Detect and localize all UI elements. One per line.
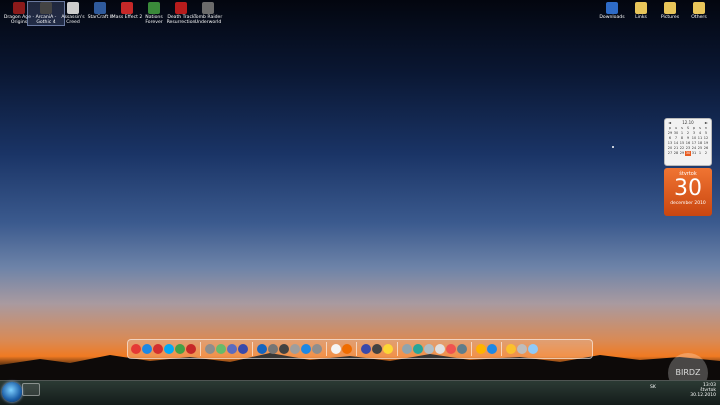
folder-icon — [693, 2, 705, 14]
desktop-icon-label: Tomb Raider Underworld — [193, 15, 223, 26]
dock-app-icon[interactable] — [517, 344, 527, 354]
taskbar-app-button[interactable] — [22, 383, 40, 396]
dock-separator — [397, 342, 398, 356]
dock-app-icon[interactable] — [372, 344, 382, 354]
dock-app-icon[interactable] — [131, 344, 141, 354]
next-month-arrow-icon[interactable]: ► — [705, 120, 708, 125]
dock-app-icon[interactable] — [342, 344, 352, 354]
dock-app-icon[interactable] — [457, 344, 467, 354]
language-indicator[interactable]: SK — [650, 385, 656, 390]
day-month: december 2010 — [670, 201, 706, 206]
app-icon — [121, 2, 133, 14]
dock-app-icon[interactable] — [227, 344, 237, 354]
clock-date: 30.12.2010 — [690, 393, 716, 398]
prev-month-arrow-icon[interactable]: ◄ — [668, 120, 671, 125]
dock-app-icon[interactable] — [290, 344, 300, 354]
taskbar: SK 13:03 štvrtok 30.12.2010 — [0, 380, 720, 405]
dock-app-icon[interactable] — [506, 344, 516, 354]
start-button-icon[interactable] — [2, 382, 22, 402]
dock-app-icon[interactable] — [268, 344, 278, 354]
dock-app-icon[interactable] — [153, 344, 163, 354]
app-icon — [175, 2, 187, 14]
app-icon — [94, 2, 106, 14]
dock-separator — [356, 342, 357, 356]
dock-app-icon[interactable] — [312, 344, 322, 354]
calendar-day[interactable]: 2 — [703, 151, 709, 156]
dock-app-icon[interactable] — [435, 344, 445, 354]
dock-bar — [127, 339, 593, 359]
dock-app-icon[interactable] — [424, 344, 434, 354]
dock-app-icon[interactable] — [331, 344, 341, 354]
desktop-icon[interactable]: Tomb Raider Underworld — [190, 2, 226, 25]
folder-icon — [635, 2, 647, 14]
day-number: 30 — [674, 176, 702, 201]
dock-separator — [252, 342, 253, 356]
app-icon — [67, 2, 79, 14]
dock-separator — [471, 342, 472, 356]
dock-app-icon[interactable] — [413, 344, 423, 354]
app-icon — [202, 2, 214, 14]
dock-app-icon[interactable] — [476, 344, 486, 354]
dock-app-icon[interactable] — [142, 344, 152, 354]
desktop-icon[interactable]: Others — [681, 2, 717, 20]
dock-app-icon[interactable] — [528, 344, 538, 354]
system-tray-clock[interactable]: 13:03 štvrtok 30.12.2010 — [690, 383, 716, 398]
dock-app-icon[interactable] — [487, 344, 497, 354]
dock-separator — [326, 342, 327, 356]
dock-app-icon[interactable] — [446, 344, 456, 354]
calendar-grid: p u s š p s n 29 30 1 2 3 4 5 6 7 8 9 10 11 12 13 14 15 16 17 18 19… — [665, 126, 711, 156]
calendar-gadget[interactable]: ◄ 12.10 ► p u s š p s n 29 30 1 2 3 4 5 6 7 8 9 10 11 12 13 14… — [664, 118, 712, 218]
calendar[interactable]: ◄ 12.10 ► p u s š p s n 29 30 1 2 3 4 5 6 7 8 9 10 11 12 13 14… — [664, 118, 712, 166]
day-card[interactable]: štvrtok 30 december 2010 — [664, 168, 712, 216]
dock-app-icon[interactable] — [301, 344, 311, 354]
dock-app-icon[interactable] — [383, 344, 393, 354]
dock-app-icon[interactable] — [279, 344, 289, 354]
dock-app-icon[interactable] — [402, 344, 412, 354]
dock-separator — [200, 342, 201, 356]
dock-app-icon[interactable] — [164, 344, 174, 354]
app-icon — [40, 2, 52, 14]
folder-icon — [664, 2, 676, 14]
star — [612, 146, 614, 148]
dock-app-icon[interactable] — [361, 344, 371, 354]
dock-app-icon[interactable] — [216, 344, 226, 354]
dock-app-icon[interactable] — [205, 344, 215, 354]
dock-app-icon[interactable] — [186, 344, 196, 354]
folder-icon — [606, 2, 618, 14]
dock-separator — [501, 342, 502, 356]
calendar-month: 12.10 — [682, 120, 694, 125]
dock-app-icon[interactable] — [175, 344, 185, 354]
desktop-icon-label: Others — [691, 15, 707, 20]
app-icon — [148, 2, 160, 14]
dock-app-icon[interactable] — [238, 344, 248, 354]
app-icon — [13, 2, 25, 14]
dock-app-icon[interactable] — [257, 344, 267, 354]
